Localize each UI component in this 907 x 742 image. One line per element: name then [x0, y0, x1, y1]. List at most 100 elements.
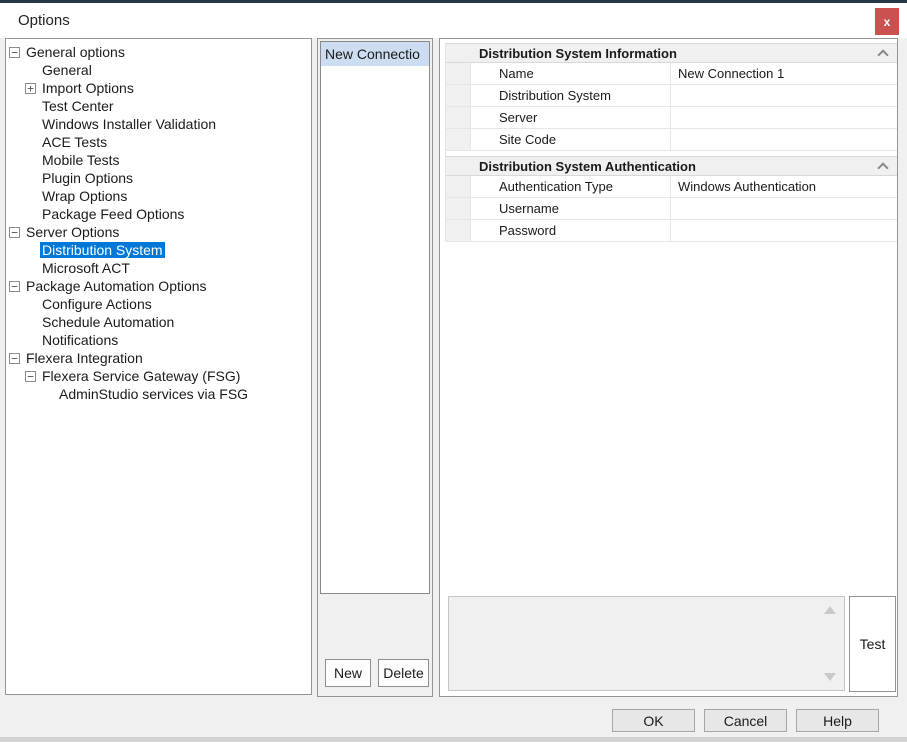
tree-item-distribution-system[interactable]: Distribution System	[6, 241, 311, 259]
tree-item-label: Notifications	[40, 332, 120, 348]
property-value[interactable]	[671, 129, 897, 150]
tree-item-test-center[interactable]: Test Center	[6, 97, 311, 115]
tree-item-package-automation-options[interactable]: − Package Automation Options	[6, 277, 311, 295]
chevron-up-icon[interactable]	[877, 49, 888, 60]
section-title: Distribution System Information	[479, 46, 677, 61]
tree-expand-icon[interactable]: +	[25, 83, 36, 94]
property-row-username: Username	[446, 198, 897, 220]
close-button[interactable]: x	[875, 8, 899, 35]
tree-item-label: AdminStudio services via FSG	[57, 386, 250, 402]
property-row-distribution-system: Distribution System	[446, 85, 897, 107]
section-distribution-system-information: Distribution System Information Name New…	[446, 44, 897, 151]
row-gutter	[446, 107, 471, 128]
property-grid: Distribution System Information Name New…	[445, 43, 897, 242]
property-row-password: Password	[446, 220, 897, 242]
section-header[interactable]: Distribution System Information	[446, 44, 897, 63]
row-gutter	[446, 85, 471, 106]
window-title: Options	[18, 12, 70, 29]
tree-item-general-options[interactable]: − General options	[6, 43, 311, 61]
tree-item-label: Flexera Integration	[24, 350, 145, 366]
property-value[interactable]	[671, 220, 897, 241]
property-value[interactable]: Windows Authentication	[671, 176, 897, 197]
options-dialog: Options x − General options General + Im…	[0, 0, 907, 742]
property-row-authentication-type: Authentication Type Windows Authenticati…	[446, 176, 897, 198]
property-label: Username	[471, 198, 671, 219]
tree-item-label: Mobile Tests	[40, 152, 122, 168]
close-icon: x	[884, 16, 891, 28]
tree-item-label: Microsoft ACT	[40, 260, 132, 276]
tree-item-flexera-integration[interactable]: − Flexera Integration	[6, 349, 311, 367]
property-label: Server	[471, 107, 671, 128]
scroll-up-icon[interactable]	[824, 606, 836, 614]
scroll-down-icon[interactable]	[824, 673, 836, 681]
tree-item-label: Distribution System	[40, 242, 165, 258]
tree-item-wrap-options[interactable]: Wrap Options	[6, 187, 311, 205]
tree-item-label: Test Center	[40, 98, 116, 114]
property-row-site-code: Site Code	[446, 129, 897, 151]
tree-item-general[interactable]: General	[6, 61, 311, 79]
help-button[interactable]: Help	[796, 709, 879, 732]
cancel-button[interactable]: Cancel	[704, 709, 787, 732]
row-gutter	[446, 220, 471, 241]
ok-button[interactable]: OK	[612, 709, 695, 732]
tree-collapse-icon[interactable]: −	[9, 227, 20, 238]
tree-item-label: Import Options	[40, 80, 136, 96]
tree-item-schedule-automation[interactable]: Schedule Automation	[6, 313, 311, 331]
tree-item-label: Windows Installer Validation	[40, 116, 218, 132]
tree-item-microsoft-act[interactable]: Microsoft ACT	[6, 259, 311, 277]
chevron-up-icon[interactable]	[877, 162, 888, 173]
tree-item-label: ACE Tests	[40, 134, 109, 150]
connection-list-item[interactable]: New Connectio	[321, 42, 429, 66]
connections-list[interactable]: New Connectio	[320, 41, 430, 594]
tree-item-label: Schedule Automation	[40, 314, 176, 330]
details-panel: Distribution System Information Name New…	[439, 38, 898, 697]
section-header[interactable]: Distribution System Authentication	[446, 157, 897, 176]
delete-button[interactable]: Delete	[378, 659, 429, 687]
property-label: Name	[471, 63, 671, 84]
tree-item-flexera-service-gateway[interactable]: − Flexera Service Gateway (FSG)	[6, 367, 311, 385]
property-value[interactable]	[671, 85, 897, 106]
property-value[interactable]	[671, 107, 897, 128]
property-label: Distribution System	[471, 85, 671, 106]
titlebar[interactable]: Options x	[0, 3, 907, 38]
tree-collapse-icon[interactable]: −	[9, 47, 20, 58]
tree-item-label: Flexera Service Gateway (FSG)	[40, 368, 242, 384]
tree-item-ace-tests[interactable]: ACE Tests	[6, 133, 311, 151]
tree-item-package-feed-options[interactable]: Package Feed Options	[6, 205, 311, 223]
property-label: Password	[471, 220, 671, 241]
tree-collapse-icon[interactable]: −	[9, 281, 20, 292]
tree-collapse-icon[interactable]: −	[25, 371, 36, 382]
tree-item-label: Plugin Options	[40, 170, 135, 186]
tree-item-adminstudio-services-via-fsg[interactable]: AdminStudio services via FSG	[6, 385, 311, 403]
window-bottom-edge	[0, 737, 907, 742]
row-gutter	[446, 176, 471, 197]
row-gutter	[446, 129, 471, 150]
tree-item-plugin-options[interactable]: Plugin Options	[6, 169, 311, 187]
tree-item-notifications[interactable]: Notifications	[6, 331, 311, 349]
tree-item-mobile-tests[interactable]: Mobile Tests	[6, 151, 311, 169]
row-gutter	[446, 198, 471, 219]
property-value[interactable]: New Connection 1	[671, 63, 897, 84]
tree-item-windows-installer-validation[interactable]: Windows Installer Validation	[6, 115, 311, 133]
section-title: Distribution System Authentication	[479, 159, 696, 174]
options-tree: − General options General + Import Optio…	[5, 38, 312, 695]
property-row-server: Server	[446, 107, 897, 129]
tree-item-label: Package Feed Options	[40, 206, 186, 222]
tree-item-configure-actions[interactable]: Configure Actions	[6, 295, 311, 313]
connections-panel: New Connectio New Delete	[317, 38, 433, 697]
property-label: Authentication Type	[471, 176, 671, 197]
section-distribution-system-authentication: Distribution System Authentication Authe…	[446, 156, 897, 242]
tree-item-label: Configure Actions	[40, 296, 154, 312]
tree-item-label: General options	[24, 44, 127, 60]
property-value[interactable]	[671, 198, 897, 219]
tree-collapse-icon[interactable]: −	[9, 353, 20, 364]
tree-item-label: Package Automation Options	[24, 278, 209, 294]
new-button[interactable]: New	[325, 659, 371, 687]
tree-item-import-options[interactable]: + Import Options	[6, 79, 311, 97]
tree-item-server-options[interactable]: − Server Options	[6, 223, 311, 241]
tree-item-label: General	[40, 62, 94, 78]
property-label: Site Code	[471, 129, 671, 150]
test-output-box	[448, 596, 845, 691]
property-row-name: Name New Connection 1	[446, 63, 897, 85]
test-button[interactable]: Test	[849, 596, 896, 692]
